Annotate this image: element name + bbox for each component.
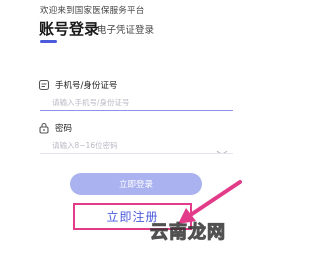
tab-e-certificate-login[interactable]: 电子凭证登录 [97, 22, 154, 36]
account-input-underline [40, 110, 233, 111]
account-input[interactable] [40, 94, 232, 110]
password-input[interactable] [40, 137, 232, 153]
eye-closed-icon[interactable] [216, 141, 228, 154]
tab-account-login[interactable]: 账号登录 [39, 18, 99, 39]
password-label-text: 密码 [55, 124, 73, 134]
lock-icon [38, 122, 50, 134]
account-field-label: 手机号/身份证号 [38, 79, 117, 91]
watermark: 云南龙网 [150, 222, 226, 244]
welcome-text: 欢迎来到国家医保服务平台 [40, 6, 145, 16]
login-button[interactable]: 立即登录 [70, 173, 202, 195]
login-page: 欢迎来到国家医保服务平台 账号登录 电子凭证登录 手机号/身份证号 密码 [0, 0, 272, 257]
password-input-underline [40, 153, 233, 154]
password-field-label: 密码 [38, 122, 72, 134]
account-card-icon [38, 79, 50, 91]
active-tab-indicator [40, 40, 57, 43]
account-label-text: 手机号/身份证号 [55, 81, 118, 91]
